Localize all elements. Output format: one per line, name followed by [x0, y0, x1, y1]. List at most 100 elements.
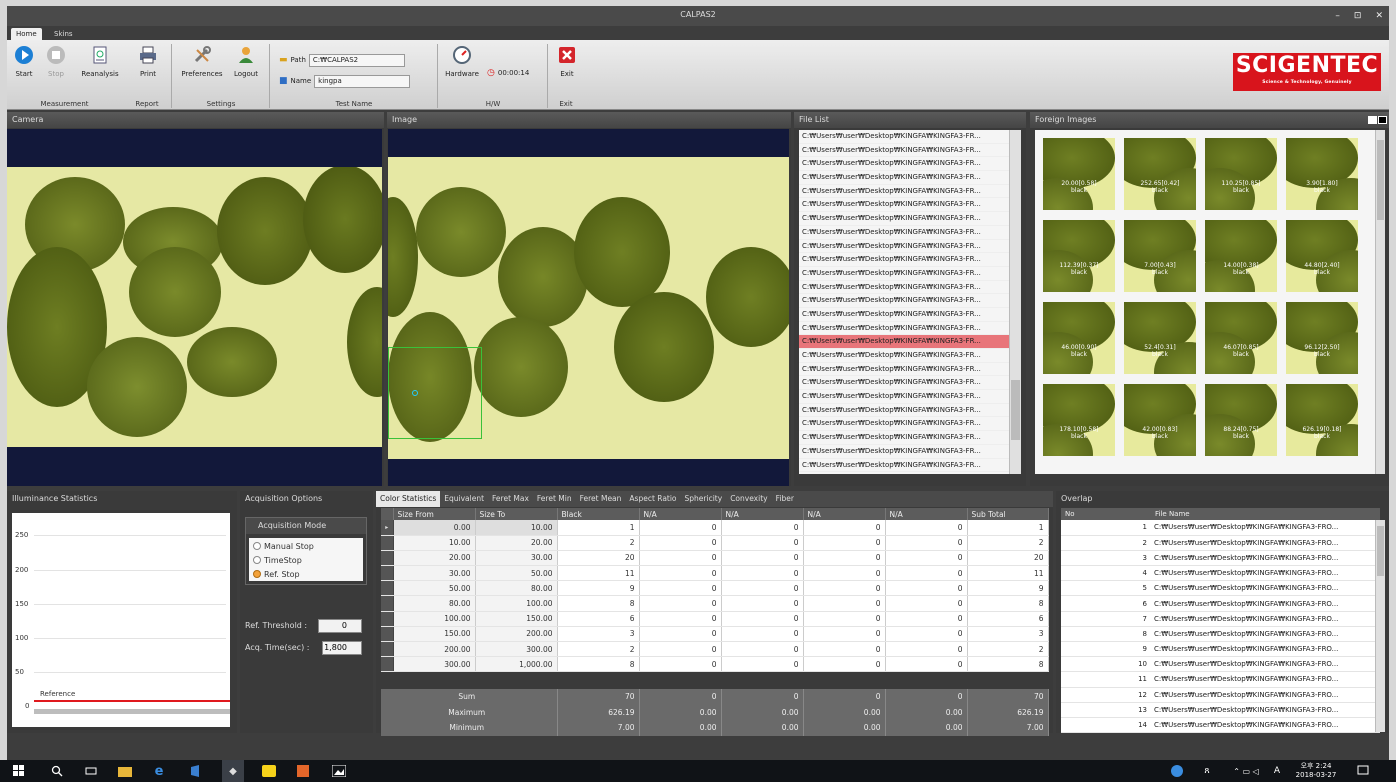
table-cell[interactable]: 0 — [803, 520, 886, 536]
table-cell[interactable]: 9 — [557, 580, 640, 597]
option-manual-stop[interactable]: Manual Stop — [253, 539, 359, 553]
table-row[interactable]: 100.00 150.00 6 0 0 0 0 6 — [381, 611, 1049, 627]
table-cell[interactable]: 0 — [885, 656, 968, 673]
file-list-item[interactable]: C:₩Users₩user₩Desktop₩KINGFA₩KINGFA3-FR.… — [799, 376, 1009, 391]
table-cell[interactable]: 20.00 — [475, 535, 558, 551]
foreign-image-thumbnail[interactable]: 46.07[0.85] black — [1205, 302, 1277, 374]
table-cell[interactable]: 0 — [885, 641, 968, 658]
option-ref-stop[interactable]: Ref. Stop — [253, 567, 359, 581]
table-cell[interactable]: 0 — [885, 565, 968, 582]
overlap-row[interactable]: 3 C:₩Users₩user₩Desktop₩KINGFA₩KINGFA3-FR… — [1061, 550, 1380, 567]
file-list-item[interactable]: C:₩Users₩user₩Desktop₩KINGFA₩KINGFA3-FR.… — [799, 267, 1009, 281]
stats-tab[interactable]: Feret Mean — [576, 491, 626, 507]
foreign-images-scrollbar[interactable] — [1375, 130, 1385, 474]
table-cell[interactable]: 0 — [721, 535, 804, 551]
table-cell[interactable]: 6 — [967, 611, 1049, 627]
table-cell[interactable]: 0 — [639, 535, 722, 551]
table-cell[interactable]: 150.00 — [393, 626, 476, 643]
hardware-button[interactable]: Hardware — [443, 42, 481, 88]
table-row[interactable]: 10.00 20.00 2 0 0 0 0 2 — [381, 535, 1049, 551]
table-cell[interactable]: 80.00 — [393, 595, 476, 612]
photos-icon[interactable] — [332, 764, 346, 778]
table-cell[interactable]: 0 — [639, 580, 722, 597]
table-cell[interactable]: 0 — [803, 656, 886, 673]
image-view[interactable] — [388, 129, 789, 486]
overlap-row[interactable]: 12 C:₩Users₩user₩Desktop₩KINGFA₩KINGFA3-F… — [1061, 687, 1380, 703]
table-cell[interactable]: 0 — [803, 611, 886, 627]
table-cell[interactable]: 0 — [639, 565, 722, 582]
table-cell[interactable]: 0 — [885, 550, 968, 567]
file-list-item[interactable]: C:₩Users₩user₩Desktop₩KINGFA₩KINGFA3-FR.… — [799, 363, 1009, 377]
row-header[interactable] — [381, 626, 394, 643]
file-list-item[interactable]: C:₩Users₩user₩Desktop₩KINGFA₩KINGFA3-FR.… — [799, 417, 1009, 432]
acq-time-input[interactable]: 1,800 — [322, 641, 362, 655]
stats-column-header[interactable]: N/A — [803, 508, 886, 520]
table-row[interactable]: ▸ 0.00 10.00 1 0 0 0 0 1 — [381, 520, 1049, 536]
ref-threshold-input[interactable]: 0 — [318, 619, 362, 633]
table-cell[interactable]: 50.00 — [475, 565, 558, 582]
print-button[interactable]: Print — [131, 42, 165, 88]
table-cell[interactable]: 0 — [721, 656, 804, 673]
view-dark-toggle[interactable] — [1378, 116, 1387, 124]
table-cell[interactable]: 20 — [967, 550, 1049, 567]
table-cell[interactable]: 2 — [557, 641, 640, 658]
foreign-image-thumbnail[interactable]: 112.39[0.37] black — [1043, 220, 1115, 292]
file-list-scrollbar[interactable] — [1009, 130, 1021, 474]
stats-column-header[interactable]: Sub Total — [967, 508, 1049, 520]
task-view-icon[interactable] — [84, 764, 98, 778]
table-cell[interactable]: 0 — [803, 641, 886, 658]
calpas-taskbar-icon[interactable]: ◆ — [222, 760, 244, 782]
table-cell[interactable]: 3 — [967, 626, 1049, 643]
table-cell[interactable]: 0 — [639, 550, 722, 567]
table-cell[interactable]: 1,000.00 — [475, 656, 558, 673]
row-header[interactable] — [381, 580, 394, 597]
help-tray-icon[interactable] — [1170, 764, 1184, 778]
table-cell[interactable]: 3 — [557, 626, 640, 643]
foreign-image-thumbnail[interactable]: 178.10[0.58] black — [1043, 384, 1115, 456]
overlap-row[interactable]: 4 C:₩Users₩user₩Desktop₩KINGFA₩KINGFA3-FR… — [1061, 565, 1380, 582]
edge-browser-icon[interactable]: e — [152, 764, 166, 779]
table-cell[interactable]: 0 — [639, 626, 722, 643]
stats-column-header[interactable]: Size From — [393, 508, 476, 520]
foreign-image-thumbnail[interactable]: 626.19[0.18] black — [1286, 384, 1358, 456]
row-header[interactable] — [381, 595, 394, 612]
table-cell[interactable]: 0.00 — [393, 520, 476, 536]
foreign-image-thumbnail[interactable]: 110.25[0.85] black — [1205, 138, 1277, 210]
table-cell[interactable]: 0 — [721, 580, 804, 597]
logout-button[interactable]: Logout — [229, 42, 263, 88]
table-cell[interactable]: 0 — [885, 580, 968, 597]
file-list-item[interactable]: C:₩Users₩user₩Desktop₩KINGFA₩KINGFA3-FR.… — [799, 322, 1009, 336]
windows-start-icon[interactable] — [12, 764, 26, 778]
table-cell[interactable]: 10.00 — [475, 520, 558, 536]
stats-tab[interactable]: Color Statistics — [376, 491, 441, 507]
minimize-button[interactable]: – — [1335, 6, 1340, 26]
table-cell[interactable]: 0 — [721, 520, 804, 536]
table-cell[interactable]: 300.00 — [475, 641, 558, 658]
overlap-row[interactable]: 6 C:₩Users₩user₩Desktop₩KINGFA₩KINGFA3-FR… — [1061, 595, 1380, 612]
name-input[interactable]: kingpa — [314, 74, 411, 88]
start-button[interactable]: Start — [7, 42, 41, 88]
foreign-image-thumbnail[interactable]: 3.90[1.80] black — [1286, 138, 1358, 210]
table-cell[interactable]: 20 — [557, 550, 640, 567]
stats-column-header[interactable]: N/A — [721, 508, 804, 520]
close-button[interactable]: ✕ — [1375, 6, 1383, 26]
table-cell[interactable]: 6 — [557, 611, 640, 627]
kakaotalk-icon[interactable] — [262, 764, 276, 778]
clock[interactable]: 오후 2:24 2018-03-27 — [1290, 762, 1342, 780]
stats-tab[interactable]: Feret Max — [488, 491, 533, 507]
table-cell[interactable]: 2 — [967, 535, 1049, 551]
search-icon[interactable] — [50, 764, 64, 778]
path-input[interactable]: C:₩CALPAS2 — [308, 53, 405, 67]
table-cell[interactable]: 9 — [967, 580, 1049, 597]
overlap-row[interactable]: 14 C:₩Users₩user₩Desktop₩KINGFA₩KINGFA3-F… — [1061, 717, 1380, 734]
table-cell[interactable]: 8 — [557, 656, 640, 673]
table-cell[interactable]: 0 — [885, 520, 968, 536]
table-cell[interactable]: 0 — [885, 595, 968, 612]
table-row[interactable]: 150.00 200.00 3 0 0 0 0 3 — [381, 626, 1049, 643]
stats-tab[interactable]: Feret Min — [533, 491, 576, 507]
row-header[interactable] — [381, 565, 394, 582]
table-row[interactable]: 200.00 300.00 2 0 0 0 0 2 — [381, 641, 1049, 658]
table-cell[interactable]: 100.00 — [475, 595, 558, 612]
table-cell[interactable]: 0 — [639, 656, 722, 673]
table-cell[interactable]: 30.00 — [475, 550, 558, 567]
